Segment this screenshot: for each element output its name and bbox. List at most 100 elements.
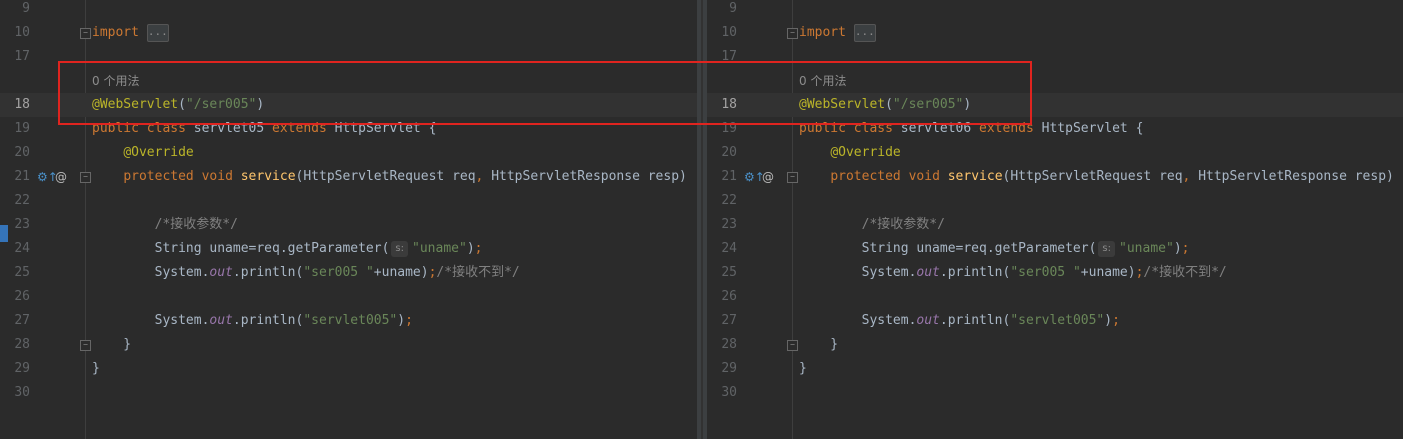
code-line[interactable]: 10 − import ... [0, 21, 697, 45]
code-line[interactable]: 0 个用法 [707, 69, 1403, 93]
at-annotation-icon[interactable]: @ [762, 165, 774, 189]
code-content[interactable]: } [799, 333, 838, 357]
code-content[interactable]: @Override [92, 141, 194, 165]
fold-toggle-icon[interactable]: − [787, 28, 798, 39]
line-number: 20 [721, 145, 737, 160]
code-line[interactable]: 28 − } [707, 333, 1403, 357]
code-content[interactable]: System.out.println("ser005 "+uname);/*接收… [92, 261, 520, 285]
code-line[interactable]: 19 public class servlet06 extends HttpSer… [707, 117, 1403, 141]
code-token: servlet05 [185, 121, 273, 136]
code-content[interactable]: import ... [92, 21, 173, 45]
code-content[interactable]: System.out.println("ser005 "+uname);/*接收… [799, 261, 1227, 285]
code-line[interactable]: 23 /*接收参数*/ [0, 213, 697, 237]
code-line[interactable]: 25 System.out.println("ser005 "+uname);/… [707, 261, 1403, 285]
usages-hint[interactable]: 0 个用法 [799, 74, 846, 88]
code-content[interactable]: 0 个用法 [92, 69, 139, 94]
folded-imports[interactable]: ... [146, 23, 169, 42]
code-line[interactable]: 0 个用法 [0, 69, 697, 93]
code-line[interactable]: 26 [0, 285, 697, 309]
code-line[interactable]: 17 [707, 45, 1403, 69]
fold-toggle-icon[interactable]: − [80, 172, 91, 183]
code-line[interactable]: 21 ⚙↑ @ − protected void service(HttpServle… [0, 165, 697, 189]
code-content[interactable]: /*接收参数*/ [799, 213, 945, 237]
code-content[interactable]: protected void service(HttpServletReques… [799, 165, 1394, 189]
code-content[interactable]: /*接收参数*/ [92, 213, 238, 237]
code-content[interactable]: public class servlet05 extends HttpServl… [92, 117, 436, 141]
code-content[interactable]: String uname=req.getParameter(s: "uname")… [799, 237, 1189, 261]
code-token: +uname) [1080, 265, 1136, 280]
code-content[interactable]: String uname=req.getParameter(s: "uname")… [92, 237, 482, 261]
code-content[interactable]: import ... [799, 21, 880, 45]
code-token: void [908, 169, 940, 184]
code-content[interactable]: @WebServlet("/ser005") [799, 93, 971, 117]
right-editor-pane[interactable]: 9 10− import ... 17 0 个用法 18 @WebServlet("/ser… [707, 0, 1403, 439]
code-line[interactable]: 28 − } [0, 333, 697, 357]
code-line[interactable]: 30 [0, 381, 697, 405]
code-token: "servlet005" [1010, 313, 1105, 328]
code-content[interactable]: public class servlet06 extends HttpServl… [799, 117, 1143, 141]
code-line[interactable]: 18 @WebServlet("/ser005") [0, 93, 697, 117]
fold-toggle-icon[interactable]: − [80, 28, 91, 39]
line-number: 21 [14, 169, 30, 184]
code-line[interactable]: 22 [707, 189, 1403, 213]
line-number: 10 [721, 25, 737, 40]
code-line[interactable]: 18 @WebServlet("/ser005") [707, 93, 1403, 117]
code-token: service [947, 169, 1003, 184]
code-line[interactable]: 23 /*接收参数*/ [707, 213, 1403, 237]
code-token: protected [123, 169, 194, 184]
code-token: @Override [123, 145, 194, 160]
code-content[interactable]: } [92, 357, 100, 381]
line-number: 25 [721, 265, 737, 280]
left-editor-pane[interactable]: 9 10− import ... 17 0 个用法 18 @WebServlet("/ser… [0, 0, 697, 439]
code-content[interactable]: 0 个用法 [799, 69, 846, 94]
code-content[interactable]: @WebServlet("/ser005") [92, 93, 264, 117]
code-content[interactable]: } [799, 357, 807, 381]
code-content[interactable]: } [92, 333, 131, 357]
code-line[interactable]: 21 ⚙↑ @ − protected void service(HttpServle… [707, 165, 1403, 189]
code-line[interactable]: 19 public class servlet05 extends HttpSer… [0, 117, 697, 141]
fold-toggle-icon[interactable]: − [787, 172, 798, 183]
line-number: 18 [14, 97, 30, 112]
fold-toggle-icon[interactable]: − [80, 340, 91, 351]
code-line[interactable]: 25 System.out.println("ser005 "+uname);/… [0, 261, 697, 285]
split-divider[interactable] [697, 0, 707, 439]
code-line[interactable]: 10 − import ... [707, 21, 1403, 45]
code-line[interactable]: 27 System.out.println("servlet005"); [0, 309, 697, 333]
code-token: extends [272, 121, 327, 136]
code-line[interactable]: 30 [707, 381, 1403, 405]
line-number: 27 [721, 313, 737, 328]
code-line[interactable]: 22 [0, 189, 697, 213]
code-line[interactable]: 17 [0, 45, 697, 69]
code-token: class [146, 121, 186, 136]
code-line[interactable]: 27 System.out.println("servlet005"); [707, 309, 1403, 333]
code-line[interactable]: 9 [0, 0, 697, 21]
code-line[interactable]: 20 @Override [0, 141, 697, 165]
code-token: HttpServlet { [326, 121, 437, 136]
code-line[interactable]: 20 @Override [707, 141, 1403, 165]
code-token: @Override [830, 145, 901, 160]
at-annotation-icon[interactable]: @ [55, 165, 67, 189]
code-token: System. [799, 313, 917, 328]
folded-imports[interactable]: ... [853, 23, 876, 42]
code-line[interactable]: 24 String uname=req.getParameter(s: "unam… [0, 237, 697, 261]
code-line[interactable]: 29} [0, 357, 697, 381]
code-line[interactable]: 29} [707, 357, 1403, 381]
usages-hint[interactable]: 0 个用法 [92, 74, 139, 88]
fold-toggle-icon[interactable]: − [787, 340, 798, 351]
code-token: "ser005 " [303, 265, 374, 280]
code-line[interactable]: 26 [707, 285, 1403, 309]
code-token: } [799, 337, 839, 352]
code-line[interactable]: 9 [707, 0, 1403, 21]
code-content[interactable]: System.out.println("servlet005"); [799, 309, 1120, 333]
code-token: import [92, 25, 139, 40]
line-number: 10 [14, 25, 30, 40]
line-number: 19 [14, 121, 30, 136]
code-content[interactable]: System.out.println("servlet005"); [92, 309, 413, 333]
code-line[interactable]: 24 String uname=req.getParameter(s: "unam… [707, 237, 1403, 261]
code-content[interactable]: protected void service(HttpServletReques… [92, 165, 687, 189]
code-token: "/ser005" [892, 97, 964, 112]
code-content[interactable]: @Override [799, 141, 901, 165]
